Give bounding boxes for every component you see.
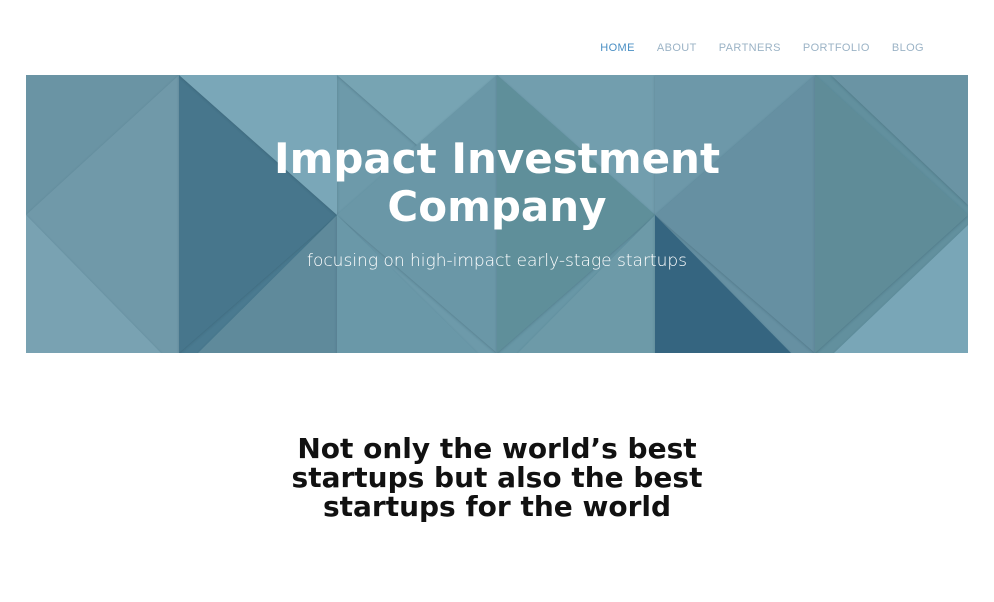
nav-item-about[interactable]: ABOUT	[657, 42, 697, 54]
top-navigation: HOME ABOUT PARTNERS PORTFOLIO BLOG	[0, 38, 994, 58]
hero-title-line-1: Impact Investment	[273, 134, 721, 183]
hero-title: Impact Investment Company	[26, 135, 968, 231]
hero-banner: Impact Investment Company focusing on hi…	[26, 75, 968, 353]
nav-item-partners[interactable]: PARTNERS	[719, 42, 781, 54]
mission-tagline: Not only the world’s best startups but a…	[0, 434, 994, 521]
nav-item-home[interactable]: HOME	[600, 42, 635, 54]
tagline-line-1: Not only the world’s best	[297, 432, 697, 465]
tagline-line-3: startups for the world	[322, 490, 672, 523]
nav-item-portfolio[interactable]: PORTFOLIO	[803, 42, 870, 54]
hero-subtitle: focusing on high-impact early-stage star…	[306, 251, 688, 271]
hero-title-line-2: Company	[387, 182, 607, 231]
nav-menu: HOME ABOUT PARTNERS PORTFOLIO BLOG	[578, 38, 924, 58]
tagline-line-2: startups but also the best	[291, 461, 703, 494]
nav-item-blog[interactable]: BLOG	[892, 42, 924, 54]
